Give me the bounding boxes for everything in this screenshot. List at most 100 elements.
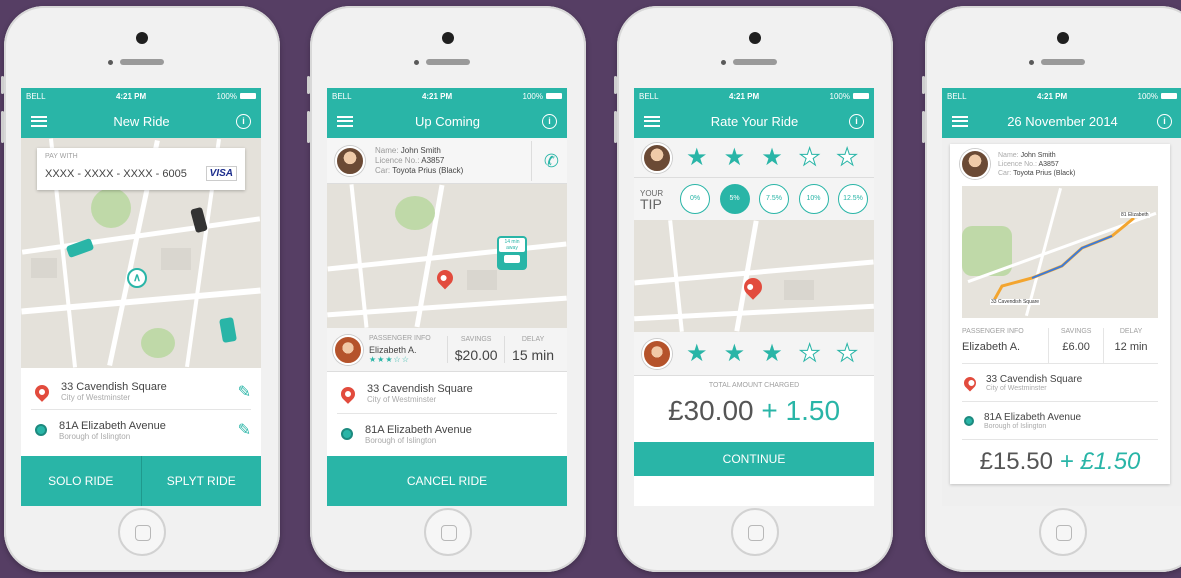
driver-name-label: Name: — [998, 151, 1019, 159]
phone-4: BELL 4:21 PM 100% 26 November 2014 i Nam… — [922, 6, 1181, 572]
destination-dot-icon — [964, 415, 974, 426]
home-button[interactable] — [1039, 508, 1087, 556]
menu-icon[interactable] — [31, 115, 47, 127]
map[interactable]: PAY WITH XXXX - XXXX - XXXX - 6005 VISA … — [21, 138, 261, 368]
status-bar: BELL 4:21 PM 100% — [327, 88, 567, 104]
call-driver-phone-icon[interactable]: ✆ — [530, 140, 559, 181]
cancel-ride-button[interactable]: CANCEL RIDE — [327, 456, 567, 506]
sensor — [414, 60, 419, 65]
star-icon[interactable]: ★ — [686, 145, 708, 170]
speaker — [426, 59, 470, 65]
destination-title: 81A Elizabeth Avenue — [365, 423, 472, 436]
passenger-avatar — [642, 338, 672, 369]
star-icon[interactable]: ★ — [686, 341, 708, 366]
info-icon[interactable]: i — [849, 113, 864, 129]
destination-title: 81A Elizabeth Avenue — [984, 411, 1082, 423]
car-icon — [65, 237, 95, 259]
volume-up-button — [614, 111, 617, 143]
carrier: BELL — [947, 91, 967, 101]
tip-option-2[interactable]: 7.5% — [759, 184, 789, 214]
map[interactable] — [634, 220, 874, 332]
total-section: TOTAL AMOUNT CHARGED £30.00 + 1.50 — [634, 376, 874, 442]
splyt-ride-button[interactable]: SPLYT RIDE — [141, 456, 261, 506]
page-title: Up Coming — [414, 113, 481, 129]
savings-label: SAVINGS — [1060, 328, 1092, 335]
star-empty-icon[interactable]: ★ — [836, 145, 858, 170]
tip-option-1[interactable]: 5% — [719, 184, 750, 214]
destination-dot-icon — [341, 428, 353, 440]
tip-option-3[interactable]: 10% — [798, 184, 829, 214]
phone-1: BELL 4:21 PM 100% New Ride i PAY WITH XX… — [1, 6, 280, 572]
passenger-name: Elizabeth A. — [962, 341, 1021, 353]
home-button[interactable] — [731, 508, 779, 556]
star-empty-icon: ☆ — [401, 355, 410, 364]
tip-label: TIP — [640, 196, 662, 212]
origin-title: 33 Cavendish Square — [986, 373, 1083, 385]
car-icon — [504, 255, 520, 263]
origin-subtitle: City of Westminster — [367, 395, 437, 404]
tip-amount: + £1.50 — [1059, 448, 1141, 475]
origin-subtitle: City of Westminster — [61, 393, 131, 402]
star-icon[interactable]: ★ — [724, 145, 746, 170]
pay-card[interactable]: PAY WITH XXXX - XXXX - XXXX - 6005 VISA — [37, 148, 245, 190]
passenger-info: PASSENGER INFO Elizabeth A. ★★★☆☆ SAVING… — [327, 328, 567, 372]
delay-label: DELAY — [521, 336, 545, 343]
map[interactable]: 14 min away — [327, 184, 567, 328]
driver-name: John Smith — [1020, 151, 1056, 159]
delay-label: DELAY — [1119, 328, 1143, 335]
home-button[interactable] — [118, 508, 166, 556]
origin-title: 33 Cavendish Square — [367, 383, 473, 395]
info-icon[interactable]: i — [1157, 113, 1172, 129]
delay-value: 12 min — [1114, 341, 1148, 353]
star-icon[interactable]: ★ — [761, 145, 783, 170]
info-icon[interactable]: i — [236, 113, 251, 129]
origin-pin-icon — [961, 374, 979, 391]
star-icon[interactable]: ★ — [724, 341, 746, 366]
driver-avatar — [960, 149, 990, 179]
star-empty-icon[interactable]: ★ — [798, 145, 820, 170]
page-title: 26 November 2014 — [1007, 113, 1118, 129]
driver-card: Name: John Smith Licence No.: A3857 Car:… — [327, 138, 567, 184]
licence-label: Licence No.: — [998, 160, 1037, 168]
menu-icon[interactable] — [952, 115, 968, 127]
phone-3: BELL 4:21 PM 100% Rate Your Ride i ★ ★ ★ ★ ★… — [614, 6, 893, 572]
route-map[interactable]: 81 Elizabeth 33 Cavendish Square — [962, 186, 1158, 318]
licence-number: A3857 — [1038, 160, 1059, 168]
mute-switch — [922, 76, 925, 94]
status-bar: BELL 4:21 PM 100% — [21, 88, 261, 104]
sensor — [1029, 60, 1034, 65]
star-empty-icon[interactable]: ★ — [798, 341, 820, 366]
sensor — [108, 60, 113, 65]
origin-title: 33 Cavendish Square — [61, 381, 167, 393]
driver-rating-row: ★ ★ ★ ★ ★ — [634, 138, 874, 178]
screen-up-coming: BELL 4:21 PM 100% Up Coming i Name: John… — [327, 88, 567, 506]
menu-icon[interactable] — [337, 115, 353, 127]
menu-icon[interactable] — [644, 115, 660, 127]
page-title: Rate Your Ride — [710, 113, 799, 129]
visa-icon: VISA — [205, 166, 237, 181]
home-button[interactable] — [424, 508, 472, 556]
pickup-marker-icon[interactable]: ∧ — [127, 268, 147, 288]
car-model: Toyota Prius (Black) — [1013, 169, 1076, 177]
star-empty-icon[interactable]: ★ — [836, 341, 858, 366]
tip-option-0[interactable]: 0% — [680, 184, 710, 214]
edit-destination-pencil-icon[interactable]: ✎ — [238, 420, 251, 440]
info-icon[interactable]: i — [542, 113, 557, 129]
origin-pin-icon — [338, 383, 358, 404]
star-icon[interactable]: ★ — [761, 341, 783, 366]
volume-up-button — [307, 111, 310, 143]
passenger-rating: ★★★☆☆ — [369, 355, 447, 364]
status-bar: BELL 4:21 PM 100% — [634, 88, 874, 104]
location-pin-icon — [433, 266, 457, 290]
continue-button[interactable]: CONTINUE — [634, 442, 874, 476]
clock: 4:21 PM — [1036, 91, 1068, 101]
speaker — [733, 59, 777, 65]
tip-option-4[interactable]: 12.5% — [838, 184, 868, 214]
star-empty-icon: ☆ — [393, 355, 402, 364]
edit-origin-pencil-icon[interactable]: ✎ — [238, 382, 251, 402]
solo-ride-button[interactable]: SOLO RIDE — [21, 456, 142, 506]
driver-name: John Smith — [400, 145, 441, 155]
battery-text: 100% — [216, 91, 237, 101]
destination-subtitle: Borough of Islington — [984, 422, 1047, 430]
driver-avatar — [335, 145, 365, 176]
